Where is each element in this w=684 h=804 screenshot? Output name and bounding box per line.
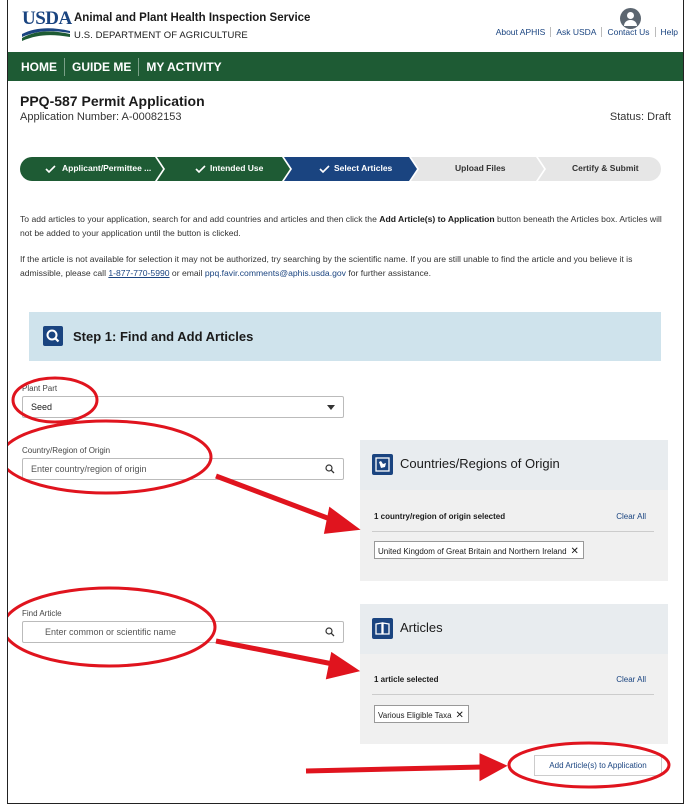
annotation-arrow xyxy=(215,473,339,525)
annotation-ellipse xyxy=(8,419,213,495)
annotation-arrowhead xyxy=(479,753,508,782)
annotation-overlay xyxy=(8,376,671,789)
annotation-ellipse xyxy=(8,586,217,668)
annotation-arrow xyxy=(215,638,339,668)
annotation-arrowhead xyxy=(325,651,361,680)
annotation-ellipse xyxy=(11,376,99,424)
annotation-ellipse xyxy=(507,741,671,789)
app-frame: USDA Animal and Plant Health Inspection … xyxy=(7,0,684,804)
annotation-arrow xyxy=(305,764,484,774)
annotation-arrowhead xyxy=(323,506,361,534)
